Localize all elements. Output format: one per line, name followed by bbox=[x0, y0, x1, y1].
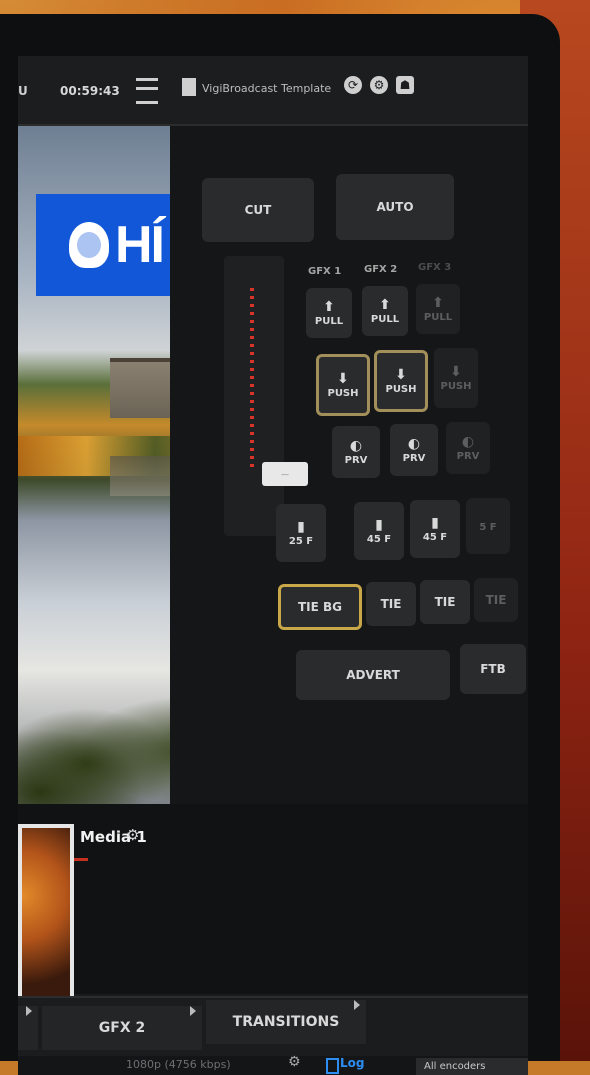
cut-button[interactable]: CUT bbox=[202, 178, 314, 242]
duration-button-3[interactable]: ▮ 45 F bbox=[410, 500, 460, 558]
gfx2-push-button[interactable]: ⬇ PUSH bbox=[374, 350, 428, 412]
auto-label: AUTO bbox=[376, 200, 414, 214]
media-gear-icon[interactable]: ⚙ bbox=[126, 826, 139, 844]
tie-button-1[interactable]: TIE bbox=[366, 582, 416, 626]
log-icon bbox=[326, 1058, 339, 1074]
ftb-button[interactable]: FTB bbox=[460, 644, 526, 694]
media-status-indicator bbox=[74, 858, 88, 861]
monitor-bezel: U 00:59:43 VigiBroadcast Template ⟳ ⚙ ☗ … bbox=[0, 14, 560, 1075]
duration-button-4[interactable]: 5 F bbox=[466, 498, 510, 554]
tie-bg-label: TIE BG bbox=[297, 600, 343, 614]
fader-level-indicator bbox=[250, 288, 254, 468]
document-icon bbox=[182, 78, 196, 96]
logo-text: HÍ bbox=[115, 216, 165, 274]
caret-icon bbox=[26, 1006, 32, 1016]
timecode-display: 00:59:43 bbox=[60, 84, 120, 98]
tie-label: TIE bbox=[380, 597, 402, 611]
gfx2-pull-button[interactable]: ⬆ PULL bbox=[362, 286, 408, 336]
gfx3-preview-button[interactable]: ◐ PRV bbox=[446, 422, 490, 474]
advert-button[interactable]: ADVERT bbox=[296, 650, 450, 700]
tab-gfx2[interactable]: GFX 2 bbox=[42, 1006, 202, 1050]
cut-label: CUT bbox=[244, 203, 272, 217]
gfx1-pull-button[interactable]: ⬆ PULL bbox=[306, 288, 352, 338]
caret-icon bbox=[354, 1000, 360, 1010]
push-icon: ⬇ bbox=[395, 366, 407, 383]
push-icon: ⬇ bbox=[450, 363, 462, 380]
preview-icon: ◐ bbox=[407, 435, 421, 452]
preview-icon: ◐ bbox=[461, 433, 475, 450]
auto-button[interactable]: AUTO bbox=[336, 174, 454, 240]
transition-fader-track[interactable] bbox=[224, 256, 284, 536]
transition-icon: ▮ bbox=[431, 514, 439, 531]
tie-button-2[interactable]: TIE bbox=[420, 580, 470, 624]
clip-indicator: U bbox=[18, 84, 28, 98]
tab-bar: GFX 2 TRANSITIONS bbox=[18, 996, 528, 1058]
media-strip: Media 1 ⚙ bbox=[18, 804, 528, 1000]
status-bar: 1080p (4756 kbps) ⚙ Log All encoders bbox=[18, 1054, 528, 1075]
pull-icon: ⬆ bbox=[432, 294, 444, 311]
top-bar: U 00:59:43 VigiBroadcast Template ⟳ ⚙ ☗ bbox=[18, 56, 528, 126]
gfx2-column-label: GFX 2 bbox=[364, 264, 398, 275]
user-settings-icon[interactable]: ☗ bbox=[396, 76, 414, 94]
gfx3-push-button[interactable]: ⬇ PUSH bbox=[434, 348, 478, 408]
gear-icon[interactable]: ⚙ bbox=[370, 76, 388, 94]
layout-grid-icon[interactable] bbox=[136, 78, 158, 104]
gfx1-column-label: GFX 1 bbox=[308, 266, 342, 277]
refresh-icon[interactable]: ⟳ bbox=[344, 76, 362, 94]
gfx3-column-label: GFX 3 bbox=[418, 262, 452, 273]
ftb-label: FTB bbox=[480, 662, 506, 676]
advert-label: ADVERT bbox=[346, 668, 400, 682]
log-button[interactable]: Log bbox=[340, 1056, 364, 1070]
stream-settings-gear-icon[interactable]: ⚙ bbox=[288, 1054, 301, 1070]
switcher-control-panel: CUT AUTO GFX 1 GFX 2 GFX 3 ⬆ PULL ⬆ PULL ⬆… bbox=[170, 126, 528, 816]
tie-label: TIE bbox=[485, 593, 507, 607]
template-name[interactable]: VigiBroadcast Template bbox=[202, 82, 331, 95]
push-icon: ⬇ bbox=[337, 370, 349, 387]
resolution-select[interactable]: 1080p (4756 kbps) bbox=[126, 1058, 231, 1071]
caret-icon bbox=[190, 1006, 196, 1016]
preview-icon: ◐ bbox=[349, 437, 363, 454]
gfx2-preview-button[interactable]: ◐ PRV bbox=[390, 424, 438, 476]
pull-icon: ⬆ bbox=[379, 296, 391, 313]
tie-bg-button[interactable]: TIE BG bbox=[278, 584, 362, 630]
media-thumbnail[interactable] bbox=[18, 824, 74, 1000]
pull-icon: ⬆ bbox=[323, 298, 335, 315]
logo-head-icon bbox=[69, 222, 109, 268]
gfx3-pull-button[interactable]: ⬆ PULL bbox=[416, 284, 460, 334]
tab-transitions[interactable]: TRANSITIONS bbox=[206, 1000, 366, 1044]
fader-handle[interactable]: — bbox=[262, 462, 308, 486]
transition-icon: ▮ bbox=[375, 516, 383, 533]
gfx1-preview-button[interactable]: ◐ PRV bbox=[332, 426, 380, 478]
transition-icon: ▮ bbox=[297, 518, 305, 535]
tab-gfx1[interactable] bbox=[18, 1006, 38, 1050]
tie-button-3[interactable]: TIE bbox=[474, 578, 518, 622]
duration-button-2[interactable]: ▮ 45 F bbox=[354, 502, 404, 560]
gfx1-push-button[interactable]: ⬇ PUSH bbox=[316, 354, 370, 416]
app-screen: U 00:59:43 VigiBroadcast Template ⟳ ⚙ ☗ … bbox=[18, 56, 528, 1075]
duration-button-1[interactable]: ▮ 25 F bbox=[276, 504, 326, 562]
tie-label: TIE bbox=[434, 595, 456, 609]
